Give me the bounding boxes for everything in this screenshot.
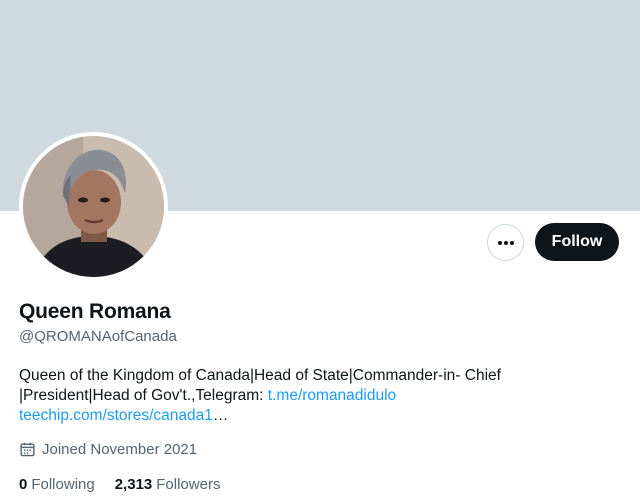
followers-count: 2,313: [114, 476, 153, 493]
more-horizontal-icon: [497, 240, 514, 245]
follow-stats: 0 Following 2,313 Followers: [19, 476, 240, 493]
joined-date: Joined November 2021: [19, 441, 197, 458]
avatar-photo: [23, 136, 164, 277]
profile-avatar[interactable]: [19, 132, 168, 281]
profile-handle: @QROMANAofCanada: [19, 328, 177, 345]
following-count: 0: [19, 476, 28, 493]
followers-stat[interactable]: 2,313 Followers: [115, 476, 221, 493]
more-options-button[interactable]: [487, 224, 524, 261]
bio-telegram-link[interactable]: t.me/romanadidulo: [268, 387, 396, 404]
profile-bio: Queen of the Kingdom of Canada|Head of S…: [19, 366, 579, 426]
calendar-icon: [19, 441, 36, 458]
joined-text: Joined November 2021: [42, 441, 198, 458]
following-label: Following: [31, 476, 95, 493]
following-stat[interactable]: 0 Following: [19, 476, 95, 493]
bio-store-link[interactable]: teechip.com/stores/canada1: [19, 407, 213, 424]
followers-label: Followers: [156, 476, 221, 493]
bio-line-1: Queen of the Kingdom of Canada|Head of S…: [19, 367, 501, 384]
follow-button[interactable]: Follow: [535, 223, 619, 261]
bio-line-2: |President|Head of Gov't.,Telegram:: [19, 387, 268, 404]
avatar-portrait-image: [23, 136, 164, 277]
bio-ellipsis: …: [212, 407, 229, 424]
profile-name: Queen Romana: [19, 300, 171, 323]
